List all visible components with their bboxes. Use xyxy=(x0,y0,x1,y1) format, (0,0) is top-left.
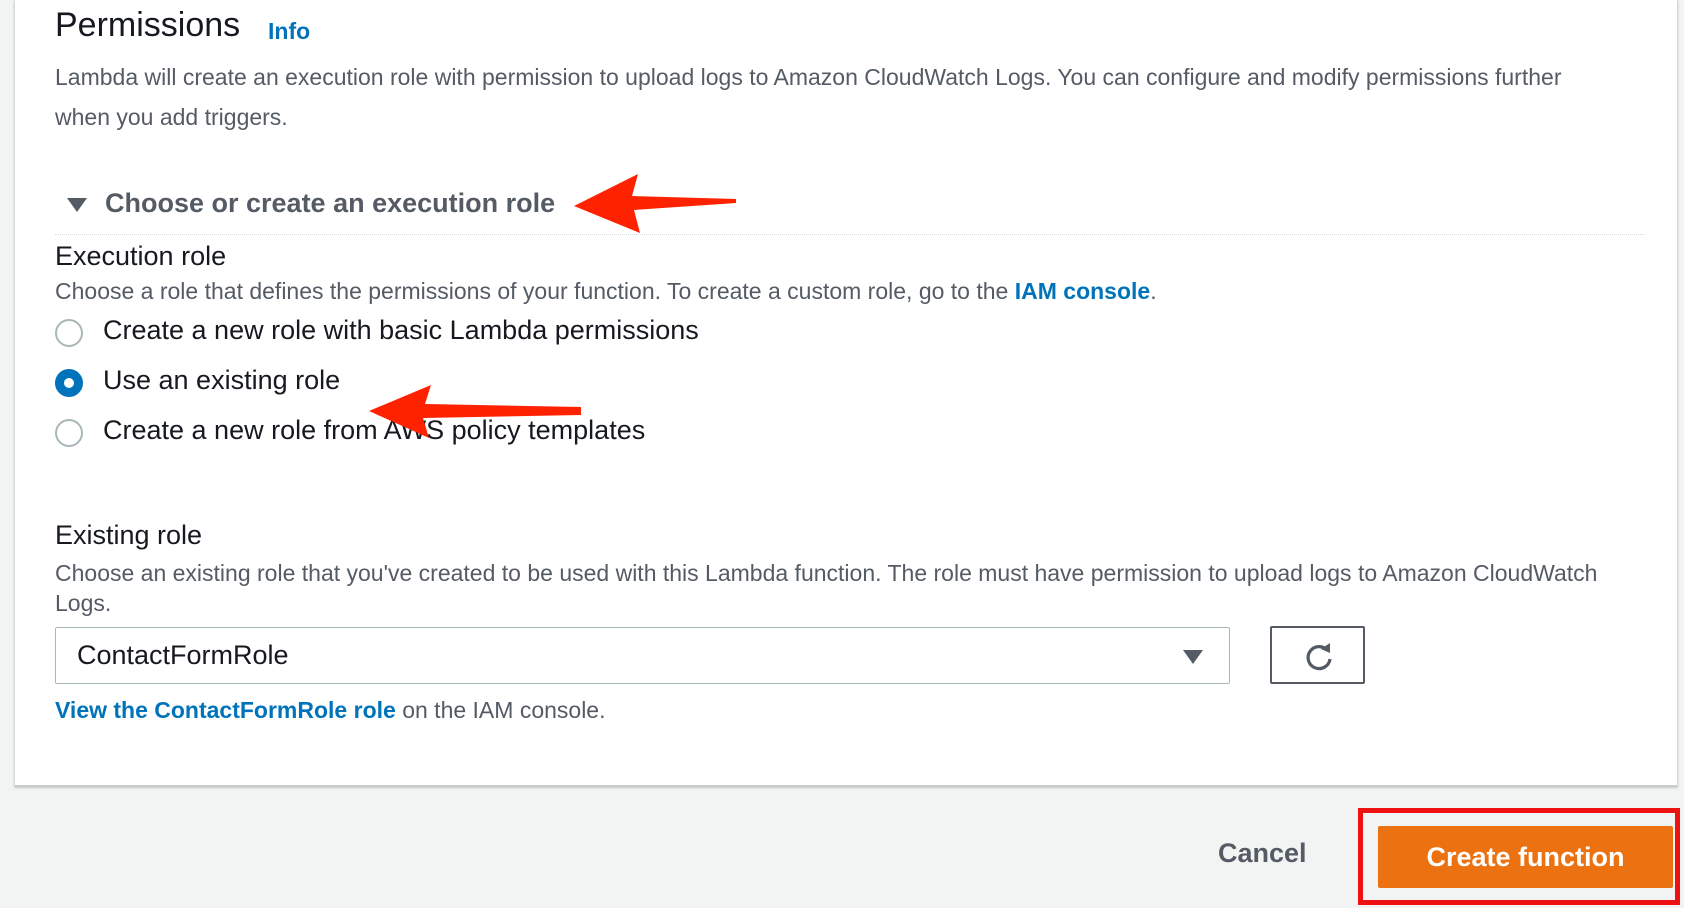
expander-label: Choose or create an execution role xyxy=(105,188,556,218)
existing-role-description: Choose an existing role that you've crea… xyxy=(55,560,1598,616)
existing-role-select[interactable]: ContactFormRole xyxy=(55,627,1230,684)
cancel-button[interactable]: Cancel xyxy=(1218,838,1307,869)
radio-button[interactable] xyxy=(55,319,83,347)
create-function-button[interactable]: Create function xyxy=(1378,826,1673,888)
execution-role-description: Choose a role that defines the permissio… xyxy=(55,278,1157,304)
view-role-link[interactable]: View the ContactFormRole role xyxy=(55,697,396,723)
iam-console-link[interactable]: IAM console xyxy=(1015,278,1150,304)
radio-button[interactable] xyxy=(55,419,83,447)
refresh-icon xyxy=(1306,643,1332,671)
annotation-arrow-icon xyxy=(574,174,736,233)
view-role-line: View the ContactFormRole role on the IAM… xyxy=(55,697,606,723)
select-value: ContactFormRole xyxy=(77,640,289,670)
info-link[interactable]: Info xyxy=(268,18,310,45)
refresh-button[interactable] xyxy=(1270,626,1365,684)
permissions-description: Lambda will create an execution role wit… xyxy=(55,64,1562,130)
execution-role-label: Execution role xyxy=(55,241,227,271)
execution-role-expander[interactable]: Choose or create an execution role xyxy=(55,184,1645,235)
radio-button-selected[interactable] xyxy=(55,369,83,397)
page-title: Permissions xyxy=(55,6,241,44)
caret-down-icon xyxy=(67,198,87,212)
permissions-panel: Permissions Info Lambda will create an e… xyxy=(14,0,1678,786)
annotation-arrow-icon xyxy=(369,385,581,438)
chevron-down-icon xyxy=(1183,650,1203,664)
existing-role-label: Existing role xyxy=(55,520,203,550)
